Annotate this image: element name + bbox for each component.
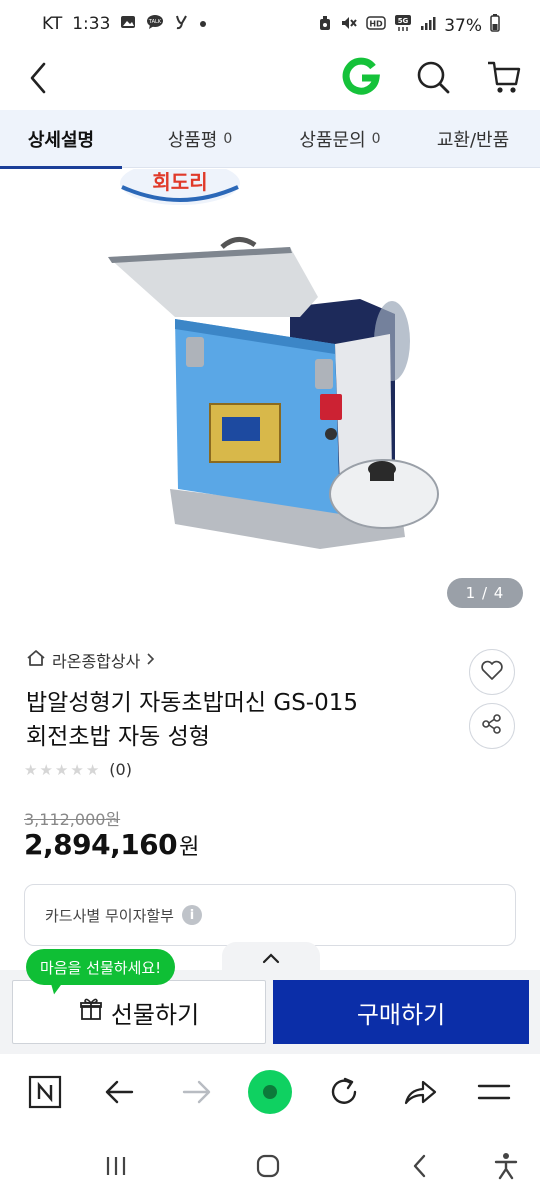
clock: 1:33 — [72, 14, 111, 34]
gift-promo-bubble: 마음을 선물하세요! — [26, 949, 176, 985]
card-installment-box[interactable]: 카드사별 무이자할부 i — [24, 884, 516, 946]
gift-label: 선물하기 — [110, 1000, 200, 1029]
buy-label: 구매하기 — [356, 1000, 446, 1029]
back-icon[interactable] — [400, 1150, 440, 1182]
star-icon: ★ — [54, 760, 69, 779]
product-title: 밥알성형기 자동초밥머신 GS-015 회전초밥 자동 성형 — [26, 686, 446, 754]
tab-label: 상세설명 — [27, 130, 95, 151]
signal-icon — [420, 15, 436, 36]
seller-link[interactable]: 라온종합상사 — [26, 648, 156, 672]
card-installment-label: 카드사별 무이자할부 — [45, 906, 174, 925]
tab-exchange-return[interactable]: 교환/반품 — [416, 110, 530, 168]
svg-text:5G: 5G — [398, 17, 409, 25]
product-title-line2: 회전초밥 자동 성형 — [26, 724, 210, 750]
home-green-icon[interactable] — [246, 1070, 294, 1114]
product-title-line1: 밥알성형기 자동초밥머신 GS-015 — [26, 690, 359, 716]
battery-icon — [490, 14, 500, 37]
chevron-right-icon — [146, 651, 156, 670]
share-nodes-icon — [481, 713, 503, 739]
store-icon — [26, 648, 46, 672]
share-icon[interactable] — [396, 1070, 444, 1114]
refresh-icon[interactable] — [320, 1070, 368, 1114]
brand-mark: 회도리 — [152, 170, 207, 194]
sale-price: 2,894,160원 — [24, 828, 199, 861]
tab-count: 0 — [223, 131, 233, 147]
gift-bubble-text: 마음을 선물하세요! — [40, 958, 162, 977]
alarm-icon — [318, 15, 332, 36]
tab-questions[interactable]: 상품문의 0 — [280, 110, 400, 168]
image-pager: 1 / 4 — [447, 578, 523, 608]
y-icon — [174, 14, 188, 34]
tab-reviews[interactable]: 상품평 0 — [140, 110, 260, 168]
hd-icon: HD — [366, 15, 386, 36]
back-arrow-icon[interactable] — [96, 1070, 144, 1114]
status-bar: KT 1:33 TALK HD 5G 37% — [0, 0, 540, 50]
5g-icon: 5G — [394, 14, 412, 37]
review-count: (0) — [109, 760, 132, 779]
system-navigation-bar — [0, 1130, 540, 1200]
gmarket-logo[interactable] — [340, 56, 382, 98]
menu-icon[interactable] — [470, 1070, 518, 1114]
chevron-up-icon — [261, 949, 281, 968]
buy-button[interactable]: 구매하기 — [273, 980, 529, 1044]
accessibility-icon[interactable] — [486, 1150, 526, 1182]
share-button[interactable] — [469, 703, 515, 749]
tab-count: 0 — [371, 131, 381, 147]
wishlist-button[interactable] — [469, 649, 515, 695]
tab-label: 교환/반품 — [436, 130, 510, 151]
tab-label: 상품문의 — [299, 130, 366, 151]
star-icon: ★ — [24, 760, 38, 779]
price-unit: 원 — [179, 835, 199, 860]
battery-text: 37% — [444, 15, 482, 36]
rating-stars: ★ ★ ★ ★ ★ (0) — [24, 760, 132, 779]
original-price: 3,112,000원 — [24, 810, 121, 829]
tab-description[interactable]: 상세설명 — [0, 110, 122, 169]
info-icon[interactable]: i — [181, 905, 202, 925]
product-image-carousel[interactable]: 회도리 1 / 4 — [0, 169, 540, 629]
seller-name: 라온종합상사 — [52, 652, 141, 671]
star-icon: ★ — [70, 760, 84, 779]
star-icon: ★ — [85, 760, 100, 779]
svg-text:TALK: TALK — [148, 19, 162, 25]
product-photo: 회도리 — [108, 169, 439, 549]
search-icon[interactable] — [412, 56, 454, 98]
talk-icon: TALK — [146, 14, 164, 34]
carrier: KT — [42, 14, 63, 34]
sale-price-value: 2,894,160 — [24, 828, 178, 861]
dot-icon — [198, 15, 208, 33]
star-icon: ★ — [39, 760, 53, 779]
mute-icon — [340, 15, 358, 36]
back-icon[interactable] — [20, 58, 56, 98]
cart-icon[interactable] — [484, 56, 524, 98]
home-icon[interactable] — [248, 1150, 288, 1182]
image-icon — [120, 15, 136, 33]
forward-arrow-icon[interactable] — [172, 1070, 220, 1114]
heart-icon — [480, 659, 504, 685]
tab-label: 상품평 — [167, 130, 218, 151]
naver-icon[interactable] — [21, 1070, 69, 1114]
svg-text:HD: HD — [370, 20, 384, 29]
product-tabs: 상세설명 상품평 0 상품문의 0 교환/반품 — [0, 110, 540, 169]
recents-icon[interactable] — [96, 1150, 136, 1182]
app-bar — [0, 50, 540, 108]
browser-toolbar — [0, 1056, 540, 1128]
gift-icon — [79, 997, 103, 1027]
